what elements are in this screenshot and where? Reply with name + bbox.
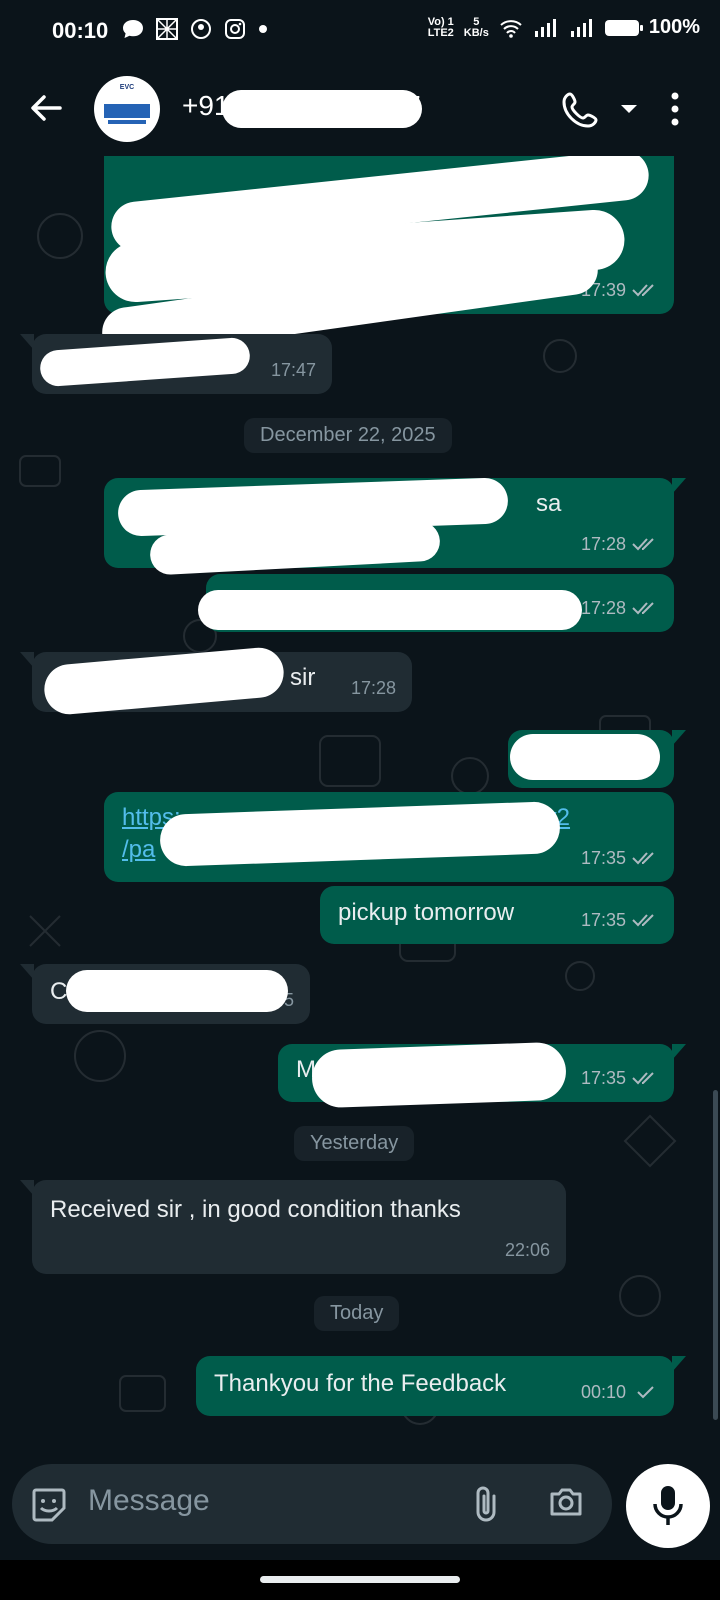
double-check-icon [632, 538, 654, 551]
date-chip: December 22, 2025 [244, 418, 452, 453]
date-chip: Today [314, 1296, 400, 1331]
single-check-icon [637, 1386, 654, 1399]
avatar[interactable]: EVC [94, 76, 160, 142]
redaction-mark [222, 90, 422, 128]
back-arrow-icon[interactable] [28, 90, 64, 126]
location-icon [191, 19, 211, 39]
redaction-mark [66, 970, 288, 1012]
double-check-icon [632, 602, 654, 615]
scrollbar[interactable] [713, 1090, 718, 1420]
message-placeholder: Message [88, 1484, 210, 1517]
more-options-icon[interactable] [670, 92, 680, 126]
wifi-icon [500, 19, 522, 38]
redaction-mark [510, 734, 660, 780]
camera-icon[interactable] [548, 1486, 584, 1518]
status-bar: 00:10 Vo) 1 LTE2 5 KB/s 100% [0, 0, 720, 60]
battery-level: 100% [648, 16, 700, 38]
message-bubble-incoming[interactable]: Received sir , in good condition thanks … [20, 1180, 566, 1274]
gallery-icon [156, 18, 178, 40]
instagram-icon [225, 19, 245, 39]
voice-record-button[interactable] [626, 1464, 710, 1548]
system-nav-bar [0, 1560, 720, 1600]
mic-icon [653, 1486, 683, 1525]
message-composer: Message [0, 1460, 720, 1560]
voice-call-icon[interactable] [562, 90, 600, 128]
redaction-mark [198, 590, 582, 630]
double-check-icon [632, 1072, 654, 1085]
home-handle[interactable] [260, 1576, 460, 1583]
net-speed: 5 KB/s [463, 15, 489, 39]
battery-icon [604, 19, 643, 36]
redaction-mark [311, 1041, 567, 1109]
status-time: 00:10 [52, 18, 109, 43]
date-chip: Yesterday [294, 1126, 415, 1161]
message-input[interactable]: Message [12, 1464, 612, 1544]
message-link-line2[interactable]: /pa [122, 834, 155, 866]
dropdown-icon[interactable] [620, 104, 638, 114]
notification-dot-icon [259, 25, 267, 33]
chat-bubble-icon [123, 20, 143, 38]
volte-indicator: Vo) 1 LTE2 [427, 15, 454, 39]
signal-icon-2 [570, 18, 592, 37]
double-check-icon [632, 914, 654, 927]
message-bubble-outgoing[interactable]: pickup tomorrow 17:35 [320, 886, 674, 944]
message-bubble-outgoing[interactable]: Thankyou for the Feedback 00:10 [196, 1356, 686, 1416]
double-check-icon [632, 852, 654, 865]
chat-header: EVC +9107 [0, 60, 720, 156]
double-check-icon [632, 284, 654, 297]
signal-icon [534, 18, 556, 37]
chat-messages[interactable]: 17:39 17:47 December 22, 2025 sa 17:28 1… [0, 156, 720, 1460]
sticker-icon[interactable] [30, 1486, 68, 1524]
attach-icon[interactable] [472, 1484, 500, 1524]
